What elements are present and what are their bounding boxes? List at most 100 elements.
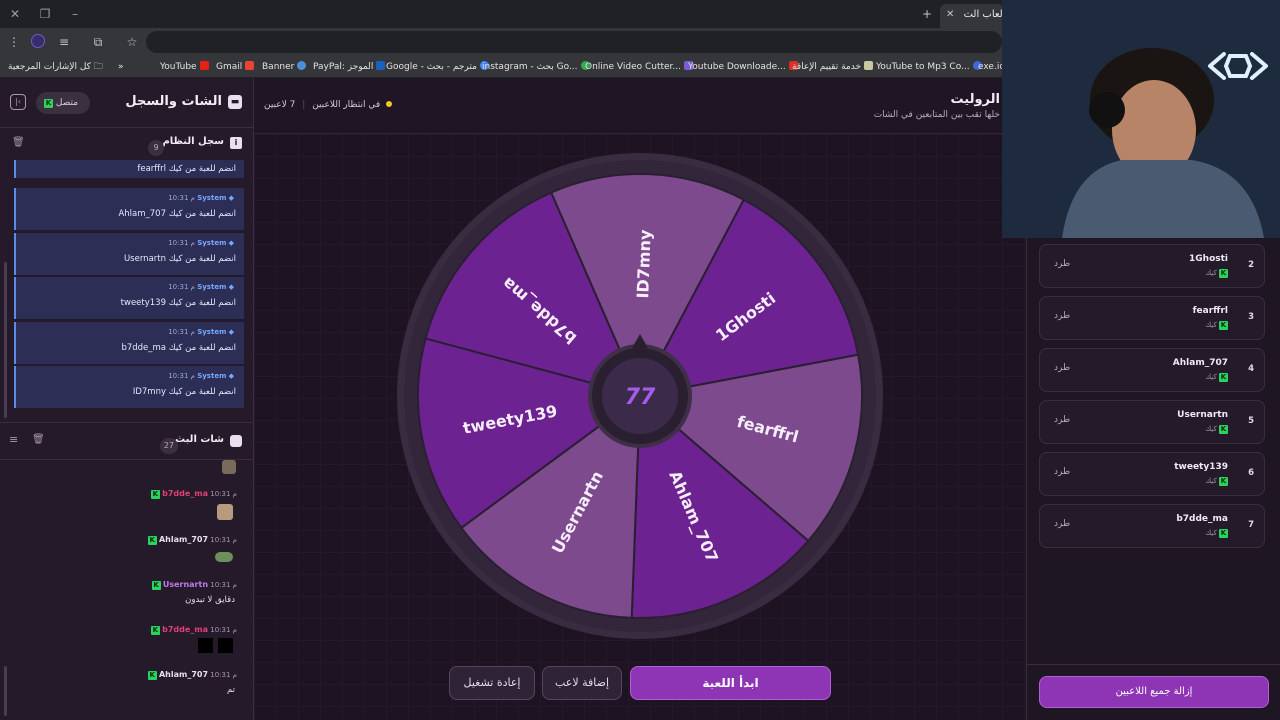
system-log-entry: 10:31 م System ◆ Ahlam_707 انضم للعبة من… (14, 188, 244, 230)
kick-player-button[interactable]: طرد (1054, 311, 1070, 321)
collapse-panel-icon[interactable]: |‹ (10, 94, 26, 110)
log-sender: System (197, 328, 227, 336)
player-rank: 7 (1248, 520, 1254, 530)
chat-username: Ahlam_707 (158, 535, 209, 544)
log-sender: System (197, 283, 227, 291)
player-rank: 5 (1248, 416, 1254, 426)
banner-icon (297, 61, 307, 70)
system-shield-icon: ◆ (228, 283, 234, 291)
chat-message: K Ahlam_707 10:31 م تم (17, 670, 237, 710)
system-shield-icon: ◆ (228, 239, 234, 247)
page-subtitle: خلها تقب بين المتابعين في الشات (873, 110, 1000, 120)
system-shield-icon: ◆ (228, 328, 234, 336)
kick-player-button[interactable]: طرد (1054, 415, 1070, 425)
youtube-icon (199, 61, 209, 70)
bookmark-yt-mp3[interactable]: YouTube to Mp3 Co... (876, 59, 982, 75)
emote-image (215, 552, 233, 562)
bookmark-instagram[interactable]: instagram - بحث Go... (482, 59, 590, 75)
chat-username: b7dde_ma (162, 625, 209, 634)
connection-status-badge: K متصل (36, 92, 91, 114)
stream-chat-count: 27 (159, 433, 178, 454)
address-bar[interactable] (146, 31, 1002, 53)
close-window-icon[interactable]: ✕ (6, 5, 24, 23)
roulette-wheel[interactable]: b7dde_maID7mny1GhostifearffrlAhlam_707Us… (396, 152, 884, 640)
chat-time: 10:31 م (210, 490, 237, 498)
stream-chat-header: شات البث 27 🗑 ≡ (0, 422, 254, 460)
waiting-text: في انتظار اللاعبين (312, 100, 381, 110)
new-tab-icon[interactable]: + (918, 5, 936, 23)
browser-tab[interactable]: ✕ الألعاب الت... (940, 4, 1004, 28)
trash-icon[interactable]: 🗑 (32, 434, 45, 445)
chat-time: 10:31 م (210, 581, 237, 589)
system-log-title: سجل النظام (162, 136, 224, 147)
status-text: متصل (55, 98, 79, 108)
bookmark-banner[interactable]: Banner (262, 59, 307, 75)
player-row: 7 b7dde_ma كيك K طرد (1039, 504, 1265, 548)
chat-time: 10:31 م (210, 536, 237, 544)
info-icon: i (230, 137, 242, 149)
wheel-logo-icon: 77 (625, 385, 656, 410)
player-name: 1Ghosti (1189, 254, 1228, 264)
menu-kebab-icon[interactable]: ⋮ (6, 34, 22, 50)
kick-icon: K (1219, 269, 1228, 278)
bookmark-video-cutter[interactable]: Online Video Cutter... (585, 59, 694, 75)
kick-player-button[interactable]: طرد (1054, 363, 1070, 373)
minimize-window-icon[interactable]: – (66, 5, 84, 23)
chat-text: دقايق لا تبدون (185, 595, 235, 605)
system-shield-icon: ◆ (228, 194, 234, 202)
chat-panel-title: الشات والسجل (125, 94, 222, 109)
player-rank: 4 (1248, 364, 1254, 374)
kick-icon: K (150, 490, 160, 499)
player-rank: 2 (1248, 260, 1254, 270)
kick-player-button[interactable]: طرد (1054, 467, 1070, 477)
divider (1027, 664, 1280, 665)
align-icon[interactable]: ≡ (9, 433, 18, 446)
bookmark-youtube[interactable]: YouTube (160, 59, 209, 75)
chat-scrollbar[interactable] (4, 666, 7, 716)
player-row: 5 Usernartn كيك K طرد (1039, 400, 1265, 444)
chat-message: K b7dde_ma 10:31 م (17, 489, 237, 529)
restart-button[interactable]: إعادة تشغيل (449, 666, 535, 700)
log-scrollbar[interactable] (4, 262, 7, 418)
chat-username: b7dde_ma (162, 489, 209, 498)
player-name: fearffrl (1192, 306, 1228, 316)
bookmark-disability[interactable]: خدمة تقييم الإعاقة (792, 59, 874, 75)
kick-icon: K (1219, 477, 1228, 486)
kick-icon: K (1219, 529, 1228, 538)
trash-icon[interactable]: 🗑 (12, 137, 25, 148)
log-sender: System (197, 372, 227, 380)
kick-player-button[interactable]: طرد (1054, 259, 1070, 269)
start-game-button[interactable]: ابدأ اللعبة (630, 666, 831, 700)
player-name: tweety139 (1174, 462, 1228, 472)
remove-all-players-button[interactable]: إزالة جميع اللاعبين (1039, 676, 1269, 708)
media-controls-icon[interactable]: ≡ (56, 34, 72, 50)
extensions-icon[interactable]: ⧉ (90, 34, 106, 50)
bookmark-translate[interactable]: Google - مترجم - بحث (386, 59, 489, 75)
bookmark-all[interactable]: كل الإشارات المرجعية 🗀 (8, 59, 103, 75)
player-rank: 6 (1248, 468, 1254, 478)
players-status: في انتظار اللاعبين | 7 لاعبين (264, 100, 393, 110)
player-name: Ahlam_707 (1172, 358, 1228, 368)
bookmark-star-icon[interactable]: ☆ (124, 34, 140, 50)
bookmark-yt-downloader[interactable]: Youtube Downloade... (688, 59, 798, 75)
restore-window-icon[interactable]: ❐ (36, 5, 54, 23)
bookmark-paypal[interactable]: PayPal: الموجز (313, 59, 386, 75)
chat-message: K b7dde_ma 10:31 م (17, 625, 237, 665)
emote-image (218, 638, 233, 653)
system-log-entry: 10:31 م System ◆ tweety139 انضم للعبة من… (14, 277, 244, 319)
profile-icon[interactable] (30, 34, 46, 50)
chat-username: Ahlam_707 (158, 670, 209, 679)
close-tab-icon[interactable]: ✕ (946, 9, 954, 20)
bookmark-exeio[interactable]: exe.io (978, 59, 1005, 75)
bookmark-gmail[interactable]: Gmail (216, 59, 255, 75)
chat-bubble-icon: ▬ (228, 95, 242, 109)
add-player-button[interactable]: إضافة لاعب (542, 666, 622, 700)
kick-player-button[interactable]: طرد (1054, 519, 1070, 529)
bookmarks-overflow-icon[interactable]: » (118, 59, 124, 75)
player-name: Usernartn (1177, 410, 1228, 420)
webcam-overlay (1002, 0, 1280, 238)
kick-icon: K (147, 671, 157, 680)
system-log-header[interactable]: i سجل النظام 9 🗑 (0, 134, 254, 156)
log-text: Ahlam_707 انضم للعبة من كيك (118, 209, 236, 219)
log-time: 10:31 م (168, 328, 195, 336)
